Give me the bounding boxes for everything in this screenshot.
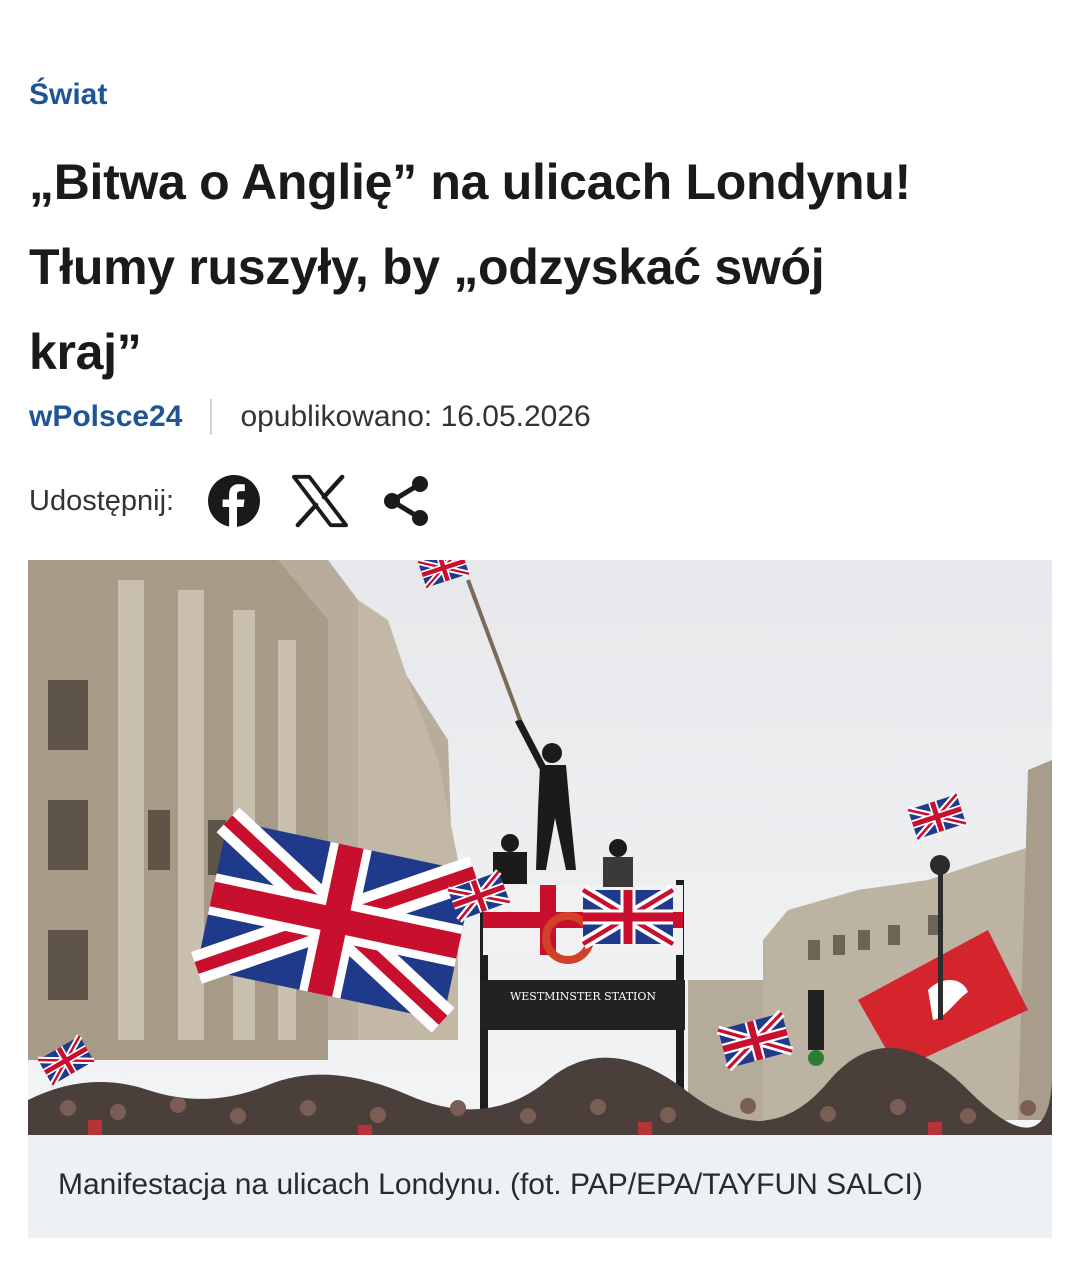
- photo-caption: Manifestacja na ulicach Londynu. (fot. P…: [58, 1168, 923, 1201]
- share-icon: [384, 476, 429, 526]
- category-link[interactable]: Świat: [29, 78, 107, 112]
- share-label: Udostępnij:: [29, 484, 175, 517]
- article-meta: wPolsce24 opublikowano: 16.05.2026: [29, 395, 591, 439]
- protest-photo-illustration: WESTMINSTER STATION: [28, 560, 1052, 1135]
- article-title: „Bitwa o Anglię” na ulicach Londynu! Tłu…: [29, 140, 1049, 395]
- article-photo[interactable]: WESTMINSTER STATION: [28, 560, 1052, 1135]
- share-bar: Udostępnij:: [29, 470, 464, 532]
- title-line: „Bitwa o Anglię” na ulicach Londynu!: [29, 154, 911, 210]
- x-share-button[interactable]: [292, 473, 349, 529]
- generic-share-button[interactable]: [378, 473, 434, 529]
- author-link[interactable]: wPolsce24: [29, 400, 182, 434]
- article-figure: WESTMINSTER STATION Manifestacja na ulic…: [28, 560, 1052, 1238]
- meta-divider: [210, 399, 213, 435]
- publish-date: opublikowano: 16.05.2026: [240, 400, 591, 433]
- title-line: kraj”: [29, 324, 142, 380]
- facebook-share-button[interactable]: [206, 473, 262, 529]
- station-sign-text: WESTMINSTER STATION: [510, 990, 656, 1003]
- title-line: Tłumy ruszyły, by „odzyskać swój: [29, 239, 825, 295]
- x-icon: [292, 474, 349, 528]
- facebook-icon: [208, 475, 261, 527]
